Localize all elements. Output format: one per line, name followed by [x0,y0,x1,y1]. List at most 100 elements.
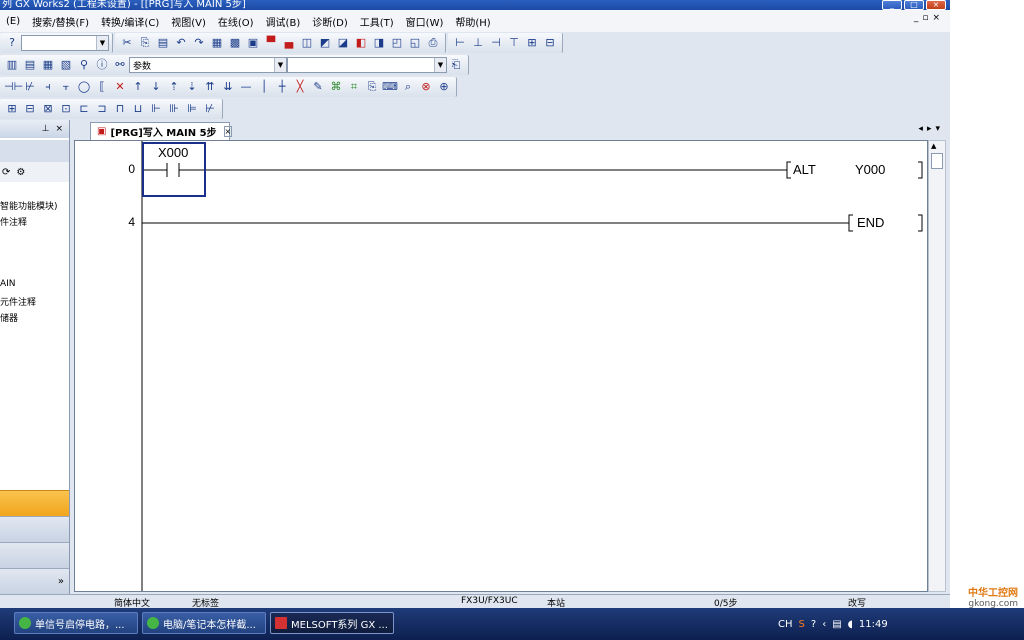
project-combo[interactable]: ▼ [21,35,109,51]
navigation-tab-project[interactable] [0,490,69,516]
watch-icon[interactable]: ◱ [407,35,423,51]
write-mode-icon[interactable]: ⌨ [382,79,398,95]
instruction-alt[interactable]: ALT [793,162,816,177]
falling-edge-icon[interactable]: ↓ [148,79,164,95]
convert-icon[interactable]: ▦ [209,35,225,51]
scroll-up-icon[interactable]: ▲ [931,142,936,150]
parallel-merge-icon[interactable]: ⊔ [130,101,146,117]
zoom-block-icon[interactable]: ⊫ [184,101,200,117]
paste-icon[interactable]: ▤ [155,35,171,51]
parallel-nc-icon[interactable]: ⫟ [58,79,74,95]
vertical-line-icon[interactable]: ⊩ [148,101,164,117]
menu-tools[interactable]: 工具(T) [354,14,400,29]
close-button[interactable]: × [926,0,946,10]
close-icon[interactable]: × [55,124,63,134]
ladder-editor[interactable]: 0 X000 ALT Y000 4 END [74,140,928,592]
transition-icon[interactable]: ⊟ [22,101,38,117]
menu-convert-compile[interactable]: 转换/编译(C) [95,14,165,29]
menu-online[interactable]: 在线(O) [212,14,260,29]
chevron-down-icon[interactable]: ▾ [935,124,944,134]
comment-edit-icon[interactable]: ✎ [310,79,326,95]
menu-search-replace[interactable]: 搜索/替换(F) [26,14,95,29]
menu-diagnostics[interactable]: 诊断(D) [306,14,354,29]
instruction-operand[interactable]: Y000 [855,162,885,177]
write-plc-icon[interactable]: ▀ [263,35,279,51]
distribute-icon[interactable]: ⊤ [506,35,522,51]
mdi-restore-button[interactable]: ▫ [922,13,932,23]
monitor-stop-icon[interactable]: ◪ [335,35,351,51]
copy-icon[interactable]: ⎘ [137,35,153,51]
chevron-left-icon[interactable]: ◂ [918,124,927,134]
undo-icon[interactable]: ↶ [173,35,189,51]
menu-help[interactable]: 帮助(H) [449,14,496,29]
menu-view[interactable]: 视图(V) [165,14,212,29]
scrollbar-thumb[interactable] [931,153,943,169]
input-method-icon[interactable]: S [799,619,805,630]
read-plc-icon[interactable]: ▄ [281,35,297,51]
help-icon[interactable]: ? [4,35,20,51]
tree-item-device-comment[interactable]: 件注释 [0,215,27,228]
comment-view-icon[interactable]: ▦ [40,57,56,73]
pin-icon[interactable]: ⊥ [42,124,50,134]
new-document-icon[interactable]: ⎗ [448,57,464,73]
line-horizontal-icon[interactable]: — [238,79,254,95]
parallel-falling-icon[interactable]: ⇣ [184,79,200,95]
binoculars-icon[interactable]: ⚯ [112,57,128,73]
close-icon[interactable]: × [223,126,233,137]
parameter-combo[interactable]: 参数 ▼ [129,57,287,73]
network-icon[interactable]: ▤ [832,619,841,630]
read-mode-icon[interactable]: ⎘ [364,79,380,95]
properties-icon[interactable]: ⚙ [16,167,25,178]
zoom-in-icon[interactable]: ⊕ [436,79,452,95]
contact-no-icon[interactable]: ⊣⊢ [4,79,23,95]
contact-label[interactable]: X000 [158,145,188,160]
menu-edit[interactable]: (E) [0,16,26,27]
navigation-tab-connection[interactable] [0,542,69,568]
merge-icon[interactable]: ⊐ [94,101,110,117]
convert-all-icon[interactable]: ▩ [227,35,243,51]
zoom-icon[interactable]: ⊟ [542,35,558,51]
simulation-icon[interactable]: ◨ [371,35,387,51]
device-batch-icon[interactable]: ◧ [353,35,369,51]
tree-item-element-comment[interactable]: 元件注释 [0,295,36,308]
restore-button[interactable]: □ [904,0,924,10]
tree-item-main[interactable]: AIN [0,279,16,289]
compile-icon[interactable]: ▣ [245,35,261,51]
tab-prg-main[interactable]: ▣ [PRG]写入 MAIN 5步 × [90,122,233,140]
tray-expand-icon[interactable]: ‹ [822,619,826,630]
jump-icon[interactable]: ⊠ [40,101,56,117]
minimize-button[interactable]: _ [882,0,902,10]
layout-icon[interactable]: ⊞ [524,35,540,51]
refresh-icon[interactable]: ⟳ [2,167,10,178]
taskbar-item-screenshot-guide[interactable]: 电脑/笔记本怎样截... [142,612,266,634]
monitor-mode-icon[interactable]: ⌕ [400,79,416,95]
print-icon[interactable]: ⎙ [425,35,441,51]
invert-icon[interactable]: ⇊ [220,79,236,95]
branch-icon[interactable]: ⊏ [76,101,92,117]
taskbar-item-start-stop-circuit[interactable]: 单信号启停电路，... [14,612,138,634]
step-icon[interactable]: ⊞ [4,101,20,117]
align-center-icon[interactable]: ⊥ [470,35,486,51]
monitor-write-icon[interactable]: ⊗ [418,79,434,95]
buffer-memory-icon[interactable]: ◰ [389,35,405,51]
clock[interactable]: 11:49 [859,619,888,630]
tree-item-memory[interactable]: 储器 [0,311,18,324]
mdi-close-button[interactable]: × [932,13,944,23]
navigation-expand-button[interactable]: » [0,568,69,594]
note-edit-icon[interactable]: ⌗ [346,79,362,95]
help-icon[interactable]: ? [811,619,816,630]
navigation-tab-user-library[interactable] [0,516,69,542]
instruction-end[interactable]: END [857,215,884,230]
redo-icon[interactable]: ↷ [191,35,207,51]
vertical-scrollbar[interactable]: ▲ [928,140,946,592]
taskbar-item-melsoft-gx[interactable]: MELSOFT系列 GX ... [270,612,394,634]
coil-icon[interactable]: ◯ [76,79,92,95]
info-icon[interactable]: ⓘ [94,57,110,73]
cut-icon[interactable]: ✂ [119,35,135,51]
function-icon[interactable]: ⟦ [94,79,110,95]
find-device-icon[interactable]: ⚲ [76,57,92,73]
statement-icon[interactable]: ▧ [58,57,74,73]
list-view-icon[interactable]: ▤ [22,57,38,73]
statement-edit-icon[interactable]: ⌘ [328,79,344,95]
volume-icon[interactable]: ◖ [848,619,853,630]
